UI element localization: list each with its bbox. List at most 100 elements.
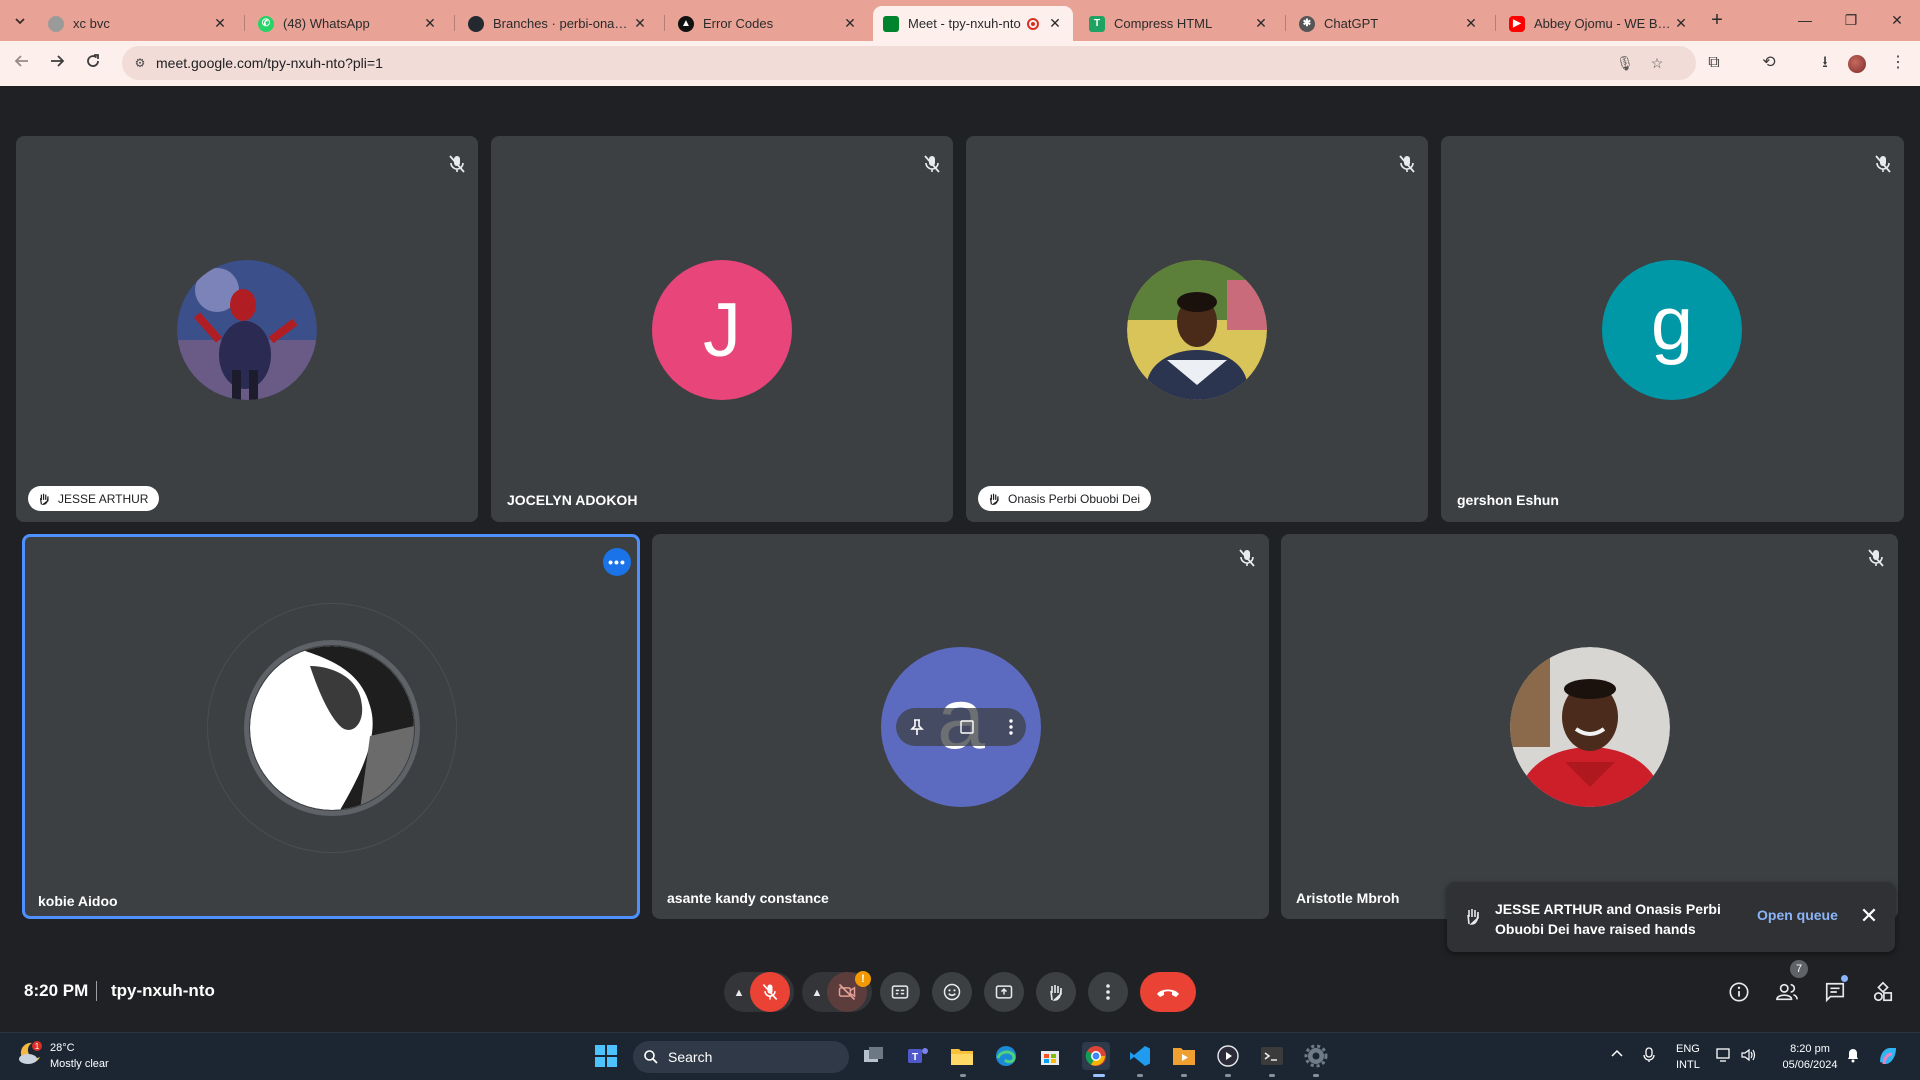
windows-start-button[interactable]: [592, 1042, 620, 1070]
close-icon[interactable]: ✕: [842, 15, 858, 32]
restore-button[interactable]: ❐: [1828, 8, 1874, 32]
participant-name: Aristotle Mbroh: [1296, 890, 1400, 906]
site-settings-icon[interactable]: ⚙: [132, 55, 148, 71]
participant-tile[interactable]: g gershon Eshun: [1441, 136, 1904, 522]
vscode-app-icon[interactable]: [1126, 1042, 1154, 1070]
bookmark-star-icon[interactable]: ☆: [1648, 54, 1666, 72]
raise-hand-button[interactable]: [1036, 972, 1076, 1012]
more-options-button[interactable]: •••: [603, 548, 631, 576]
camera-off-icon: [838, 983, 856, 1001]
pin-icon[interactable]: [908, 718, 926, 736]
terminal-app-icon[interactable]: [1258, 1042, 1286, 1070]
language-indicator-top[interactable]: ENG: [1676, 1043, 1700, 1055]
tray-overflow-chevron-icon[interactable]: [1610, 1047, 1624, 1064]
browser-tab[interactable]: T Compress HTML ✕: [1079, 6, 1279, 41]
close-icon[interactable]: ✕: [632, 15, 648, 32]
present-screen-button[interactable]: [984, 972, 1024, 1012]
participant-tile-active-speaker[interactable]: ••• kobie Aidoo: [22, 534, 640, 919]
participant-tile[interactable]: Onasis Perbi Obuobi Dei: [966, 136, 1428, 522]
chat-button[interactable]: [1821, 978, 1849, 1006]
spider-man-avatar: [177, 260, 317, 400]
tray-microphone-icon[interactable]: [1642, 1047, 1656, 1066]
browser-tab-active[interactable]: Meet - tpy-nxuh-nto ✕: [873, 6, 1073, 41]
network-icon[interactable]: [1716, 1047, 1732, 1066]
browser-tab[interactable]: ✆ (48) WhatsApp ✕: [248, 6, 448, 41]
new-tab-button[interactable]: +: [1705, 8, 1729, 32]
camera-options-caret[interactable]: ▲: [809, 985, 825, 1001]
hang-up-icon: [1157, 989, 1179, 997]
weather-temperature[interactable]: 28°C: [50, 1042, 75, 1054]
tab-search-button[interactable]: [9, 10, 31, 32]
url-text[interactable]: meet.google.com/tpy-nxuh-nto?pli=1: [156, 55, 383, 71]
media-app-icon[interactable]: [1170, 1042, 1198, 1070]
browser-tab[interactable]: ▲ Error Codes ✕: [668, 6, 868, 41]
emoji-reactions-button[interactable]: [932, 972, 972, 1012]
chrome-app-icon[interactable]: [1082, 1042, 1110, 1070]
weather-description[interactable]: Mostly clear: [50, 1058, 109, 1070]
extensions-icon[interactable]: ⧉: [1702, 51, 1726, 75]
taskbar-search-box[interactable]: Search: [633, 1041, 849, 1073]
edge-app-icon[interactable]: [992, 1042, 1020, 1070]
volume-icon[interactable]: [1740, 1047, 1756, 1066]
browser-menu-icon[interactable]: ⋮: [1886, 51, 1910, 75]
leave-call-button[interactable]: [1140, 972, 1196, 1012]
browser-tab[interactable]: Branches · perbi-onasis/iz ✕: [458, 6, 658, 41]
close-icon[interactable]: ✕: [1253, 15, 1269, 32]
task-view-button[interactable]: [860, 1042, 888, 1070]
tab-title: xc bvc: [73, 16, 110, 31]
address-bar[interactable]: ⚙ meet.google.com/tpy-nxuh-nto?pli=1 🎙 ☆: [122, 46, 1696, 80]
people-button[interactable]: [1773, 978, 1801, 1006]
more-vert-icon[interactable]: [1008, 718, 1014, 736]
tile-hover-controls: [896, 708, 1026, 746]
reload-button[interactable]: [81, 51, 105, 75]
gear-icon: [1304, 1044, 1328, 1068]
raised-hand-icon: [39, 493, 49, 505]
back-button[interactable]: [10, 51, 34, 75]
teams-app-icon[interactable]: T: [904, 1042, 932, 1070]
captions-button[interactable]: [880, 972, 920, 1012]
activities-button[interactable]: [1869, 978, 1897, 1006]
download-icon[interactable]: ⭳: [1813, 51, 1837, 75]
running-indicator: [1225, 1074, 1231, 1077]
participant-name: gershon Eshun: [1457, 492, 1559, 508]
profile-avatar[interactable]: [1848, 55, 1866, 73]
browser-tab[interactable]: ✱ ChatGPT ✕: [1289, 6, 1489, 41]
notification-bell-icon[interactable]: [1846, 1047, 1860, 1066]
close-icon[interactable]: ✕: [1047, 15, 1063, 32]
minimize-button[interactable]: —: [1782, 8, 1828, 32]
history-icon[interactable]: ⟲: [1757, 51, 1781, 75]
clock-time[interactable]: 8:20 pm: [1770, 1043, 1850, 1055]
participant-tile[interactable]: Aristotle Mbroh: [1281, 534, 1898, 919]
media-player-app-icon[interactable]: [1214, 1042, 1242, 1070]
weather-moon-icon[interactable]: 1: [16, 1039, 44, 1067]
mic-options-caret[interactable]: ▲: [731, 985, 747, 1001]
participant-tile[interactable]: a asante kandy constance: [652, 534, 1269, 919]
browser-tab[interactable]: ▶ Abbey Ojomu - WE BEHO ✕: [1499, 6, 1699, 41]
settings-app-icon[interactable]: [1302, 1042, 1330, 1070]
raised-hand-icon: [1050, 985, 1062, 1001]
participant-tile[interactable]: J JOCELYN ADOKOH: [491, 136, 953, 522]
open-queue-link[interactable]: Open queue: [1757, 907, 1838, 923]
close-icon[interactable]: ✕: [1673, 15, 1689, 32]
participant-name: JOCELYN ADOKOH: [507, 492, 638, 508]
more-options-button[interactable]: [1088, 972, 1128, 1012]
participant-tile[interactable]: JESSE ARTHUR: [16, 136, 478, 522]
close-icon[interactable]: ✕: [212, 15, 228, 32]
microphone-icon[interactable]: 🎙: [1616, 54, 1634, 72]
close-icon[interactable]: ✕: [1463, 15, 1479, 32]
browser-toolbar: ⚙ meet.google.com/tpy-nxuh-nto?pli=1 🎙 ☆…: [0, 41, 1920, 86]
store-app-icon[interactable]: [1036, 1042, 1064, 1070]
frame-icon[interactable]: [958, 718, 976, 736]
close-icon[interactable]: ✕: [1857, 904, 1881, 928]
language-indicator-bottom[interactable]: INTL: [1676, 1059, 1700, 1071]
forward-button[interactable]: [45, 51, 69, 75]
copilot-app-icon[interactable]: [1874, 1042, 1902, 1070]
close-icon[interactable]: ✕: [422, 15, 438, 32]
toast-message: JESSE ARTHUR and Onasis Perbi Obuobi Dei…: [1495, 901, 1721, 937]
meeting-details-button[interactable]: [1725, 978, 1753, 1006]
mic-toggle-button[interactable]: [750, 972, 790, 1012]
file-explorer-app-icon[interactable]: [948, 1042, 976, 1070]
browser-tab[interactable]: xc bvc ✕: [38, 6, 238, 41]
clock-date[interactable]: 05/06/2024: [1770, 1059, 1850, 1071]
window-close-button[interactable]: ✕: [1874, 8, 1920, 32]
